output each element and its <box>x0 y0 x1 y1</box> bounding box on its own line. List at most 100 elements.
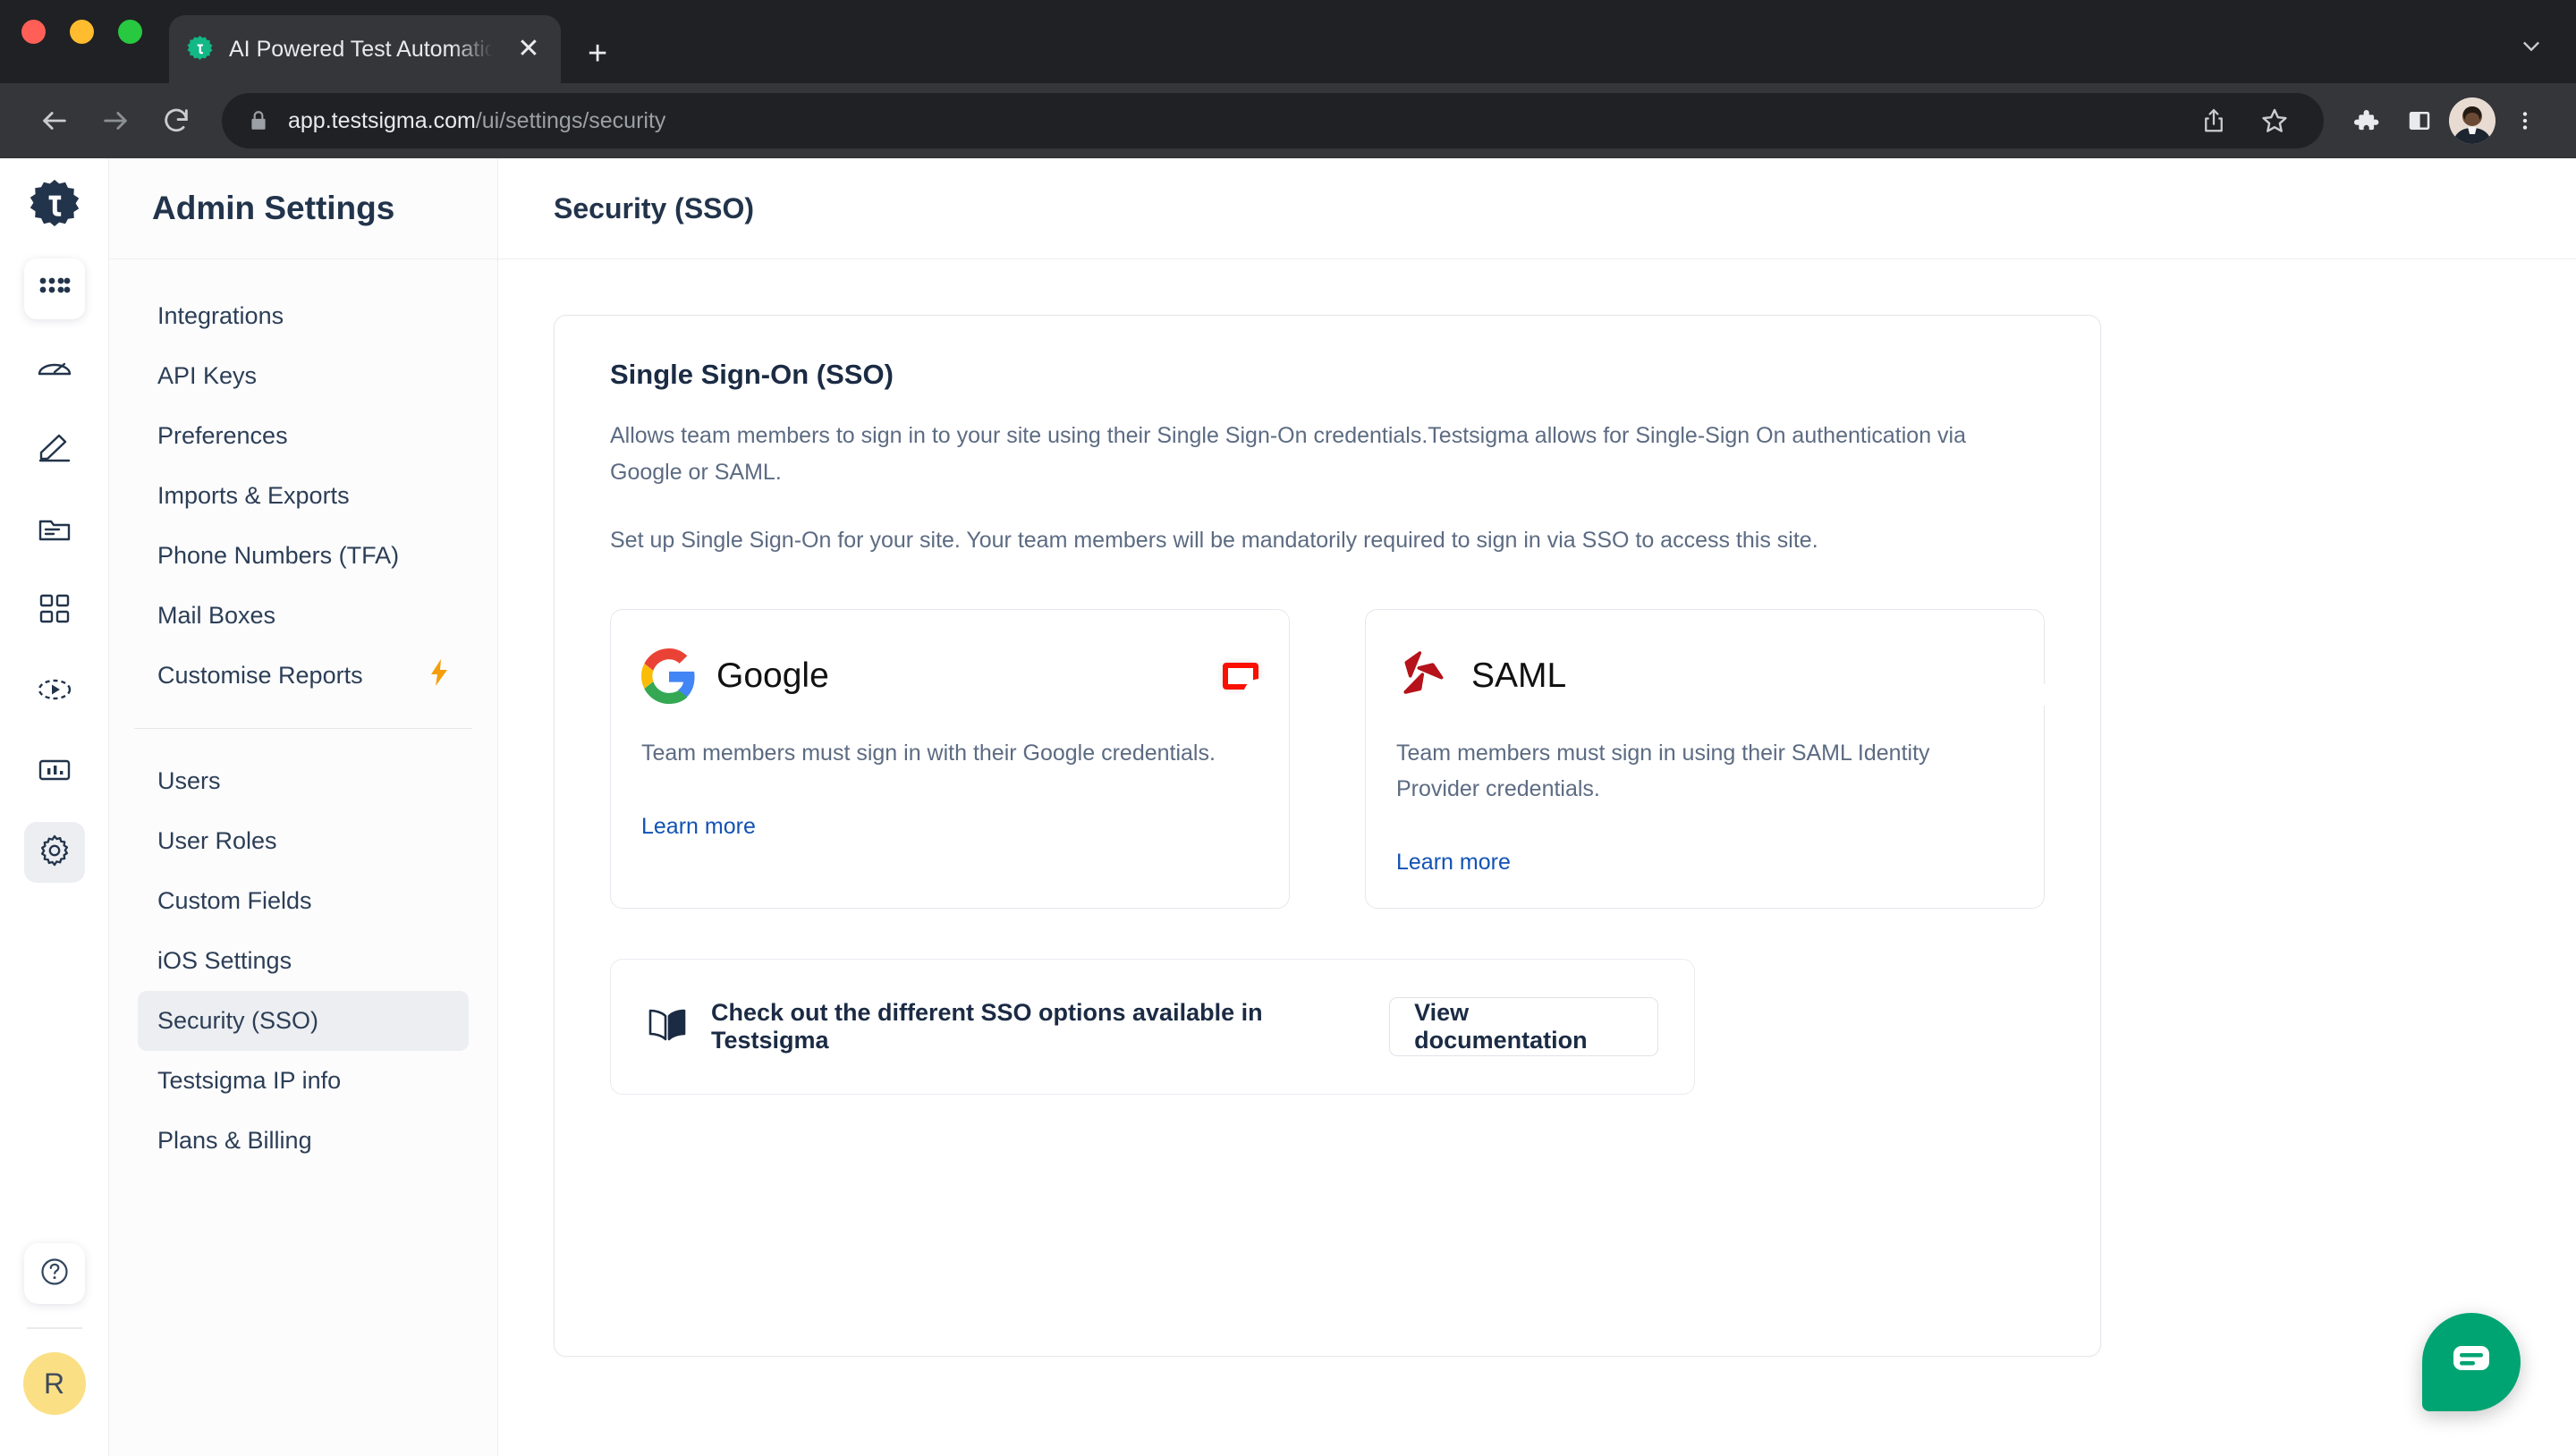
browser-window: AI Powered Test Automation Pl ✕ + <box>0 0 2576 1456</box>
page-content: R Admin Settings Integrations API Keys P… <box>0 158 2576 1456</box>
documentation-banner: Check out the different SSO options avai… <box>610 958 1695 1095</box>
star-icon[interactable] <box>2250 97 2299 145</box>
nav-label: Testsigma IP info <box>157 1067 342 1094</box>
back-arrow-icon[interactable] <box>27 93 82 148</box>
sidebar-item-user-roles[interactable]: User Roles <box>138 811 469 871</box>
sidebar-item-users[interactable]: Users <box>138 751 469 811</box>
nav-label: User Roles <box>157 827 277 854</box>
sidebar-item-test-runs[interactable] <box>24 661 85 722</box>
google-toggle-highlight <box>1223 662 1275 711</box>
sidebar-item-customise-reports[interactable]: Customise Reports <box>138 646 469 706</box>
toggle-knob <box>2016 678 2048 711</box>
page-title: Security (SSO) <box>498 158 2576 259</box>
question-mark-icon <box>38 1255 72 1293</box>
main-content: Security (SSO) Single Sign-On (SSO) Allo… <box>498 158 2576 1456</box>
app-rail: R <box>0 158 109 1456</box>
grid-apps-icon <box>38 273 72 306</box>
google-learn-more-link[interactable]: Learn more <box>641 814 756 840</box>
documentation-banner-text: Check out the different SSO options avai… <box>711 998 1263 1054</box>
profile-avatar[interactable] <box>2449 97 2496 144</box>
nav-label: Custom Fields <box>157 887 312 914</box>
sidebar-item-preferences[interactable]: Preferences <box>138 406 469 466</box>
nav-divider <box>134 728 472 729</box>
google-logo-icon <box>641 648 697 704</box>
sidebar-item-ios-settings[interactable]: iOS Settings <box>138 931 469 991</box>
settings-nav-group-two: Users User Roles Custom Fields iOS Setti… <box>109 751 497 1171</box>
user-avatar[interactable]: R <box>22 1352 86 1415</box>
share-icon[interactable] <box>2190 97 2238 145</box>
sidebar-item-mail-boxes[interactable]: Mail Boxes <box>138 586 469 646</box>
nav-label: API Keys <box>157 362 258 389</box>
google-card-header: Google <box>641 644 1275 711</box>
saml-provider-name: SAML <box>1471 656 1567 695</box>
saml-learn-more-link[interactable]: Learn more <box>1396 850 1511 876</box>
side-panel-icon[interactable] <box>2395 97 2444 145</box>
sidebar-item-phone-numbers-tfa[interactable]: Phone Numbers (TFA) <box>138 526 469 586</box>
nav-label: Imports & Exports <box>157 482 350 509</box>
admin-settings-title: Admin Settings <box>109 158 497 259</box>
google-provider-name: Google <box>716 656 829 695</box>
rail-divider <box>26 1327 82 1329</box>
close-window-button[interactable] <box>21 20 46 44</box>
lightning-bolt-icon <box>429 659 449 692</box>
google-provider-description: Team members must sign in with their Goo… <box>641 740 1216 766</box>
folder-icon <box>38 515 72 546</box>
nav-label: iOS Settings <box>157 947 292 974</box>
sidebar-item-test-suites[interactable] <box>24 580 85 641</box>
nav-label: Customise Reports <box>157 662 363 689</box>
dashboard-speedometer-icon <box>37 352 72 387</box>
sidebar-item-custom-fields[interactable]: Custom Fields <box>138 871 469 931</box>
sidebar-item-apps[interactable] <box>23 258 85 319</box>
minimize-window-button[interactable] <box>70 20 94 44</box>
nav-label: Integrations <box>157 302 284 329</box>
sso-paragraph-1: Allows team members to sign in to your s… <box>610 423 1967 485</box>
sidebar-item-reports[interactable] <box>24 741 85 802</box>
provider-cards: Google Team members must sign in with th… <box>610 608 2048 909</box>
saml-provider-card: SAML Team members must sign in using the… <box>1365 608 2048 909</box>
sidebar-item-imports-exports[interactable]: Imports & Exports <box>138 466 469 526</box>
saml-provider-description: Team members must sign in using their SA… <box>1396 740 1930 801</box>
sso-card: Single Sign-On (SSO) Allows team members… <box>554 315 2101 1357</box>
browser-tab[interactable]: AI Powered Test Automation Pl ✕ <box>169 15 561 83</box>
nav-label: Users <box>157 767 221 794</box>
tab-title: AI Powered Test Automation Pl <box>229 36 498 62</box>
settings-nav-group-one: Integrations API Keys Preferences Import… <box>109 259 497 706</box>
plus-icon[interactable]: + <box>588 37 607 71</box>
sidebar-item-settings[interactable] <box>23 822 85 883</box>
pencil-create-icon <box>38 433 72 468</box>
nav-label: Preferences <box>157 422 288 449</box>
four-squares-icon <box>39 594 70 629</box>
maximize-window-button[interactable] <box>118 20 142 44</box>
forward-arrow-icon[interactable] <box>88 93 143 148</box>
run-play-icon <box>37 675 72 708</box>
sidebar-item-integrations[interactable]: Integrations <box>138 286 469 346</box>
sidebar-item-testsigma-ip-info[interactable]: Testsigma IP info <box>138 1051 469 1111</box>
sidebar-item-dashboard[interactable] <box>24 339 85 400</box>
google-provider-card: Google Team members must sign in with th… <box>610 608 1290 909</box>
nav-label: Phone Numbers (TFA) <box>157 542 400 569</box>
sidebar-item-test-data[interactable] <box>24 500 85 561</box>
settings-navigation: Admin Settings Integrations API Keys Pre… <box>109 158 498 1456</box>
browser-toolbar: app.testsigma.com/ui/settings/security <box>0 83 2576 158</box>
close-icon[interactable]: ✕ <box>513 36 545 63</box>
testsigma-logo[interactable] <box>26 178 83 235</box>
chat-bubble-icon <box>2451 1342 2492 1383</box>
sso-section-title: Single Sign-On (SSO) <box>610 359 894 390</box>
view-documentation-button[interactable]: View documentation <box>1389 996 1658 1056</box>
tab-strip: AI Powered Test Automation Pl ✕ + <box>0 0 2576 83</box>
puzzle-piece-icon[interactable] <box>2342 97 2390 145</box>
chevron-down-icon[interactable] <box>2519 33 2576 83</box>
sidebar-item-plans-billing[interactable]: Plans & Billing <box>138 1111 469 1171</box>
address-bar[interactable]: app.testsigma.com/ui/settings/security <box>222 93 2324 148</box>
saml-logo-icon <box>1396 648 1452 704</box>
chat-widget-button[interactable] <box>2422 1313 2521 1411</box>
saml-card-header: SAML <box>1396 644 2048 711</box>
help-button[interactable] <box>23 1243 85 1304</box>
sidebar-item-create-tests[interactable] <box>24 419 85 480</box>
url-path: /ui/settings/security <box>475 107 666 133</box>
nav-label: Security (SSO) <box>157 1007 319 1034</box>
reload-icon[interactable] <box>148 93 204 148</box>
sidebar-item-api-keys[interactable]: API Keys <box>138 346 469 406</box>
three-dot-menu-icon[interactable] <box>2501 97 2549 145</box>
sidebar-item-security-sso[interactable]: Security (SSO) <box>138 991 469 1051</box>
